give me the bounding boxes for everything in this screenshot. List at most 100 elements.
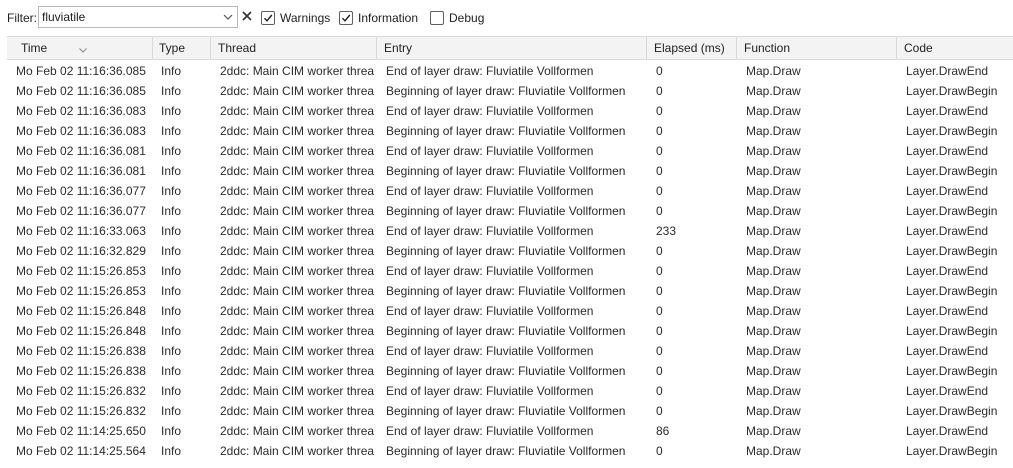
time-cell: Mo Feb 02 11:14:25.564 <box>16 444 146 458</box>
time-cell: Mo Feb 02 11:15:26.853 <box>16 264 146 278</box>
filter-combobox[interactable] <box>38 6 238 28</box>
warnings-label[interactable]: Warnings <box>280 11 330 25</box>
table-row[interactable]: Mo Feb 02 11:15:26.832 Info 2ddc: Main CIM… <box>7 381 1013 401</box>
table-row[interactable]: Mo Feb 02 11:16:36.077 Info 2ddc: Main CIM… <box>7 201 1013 221</box>
table-row[interactable]: Mo Feb 02 11:14:25.564 Info 2ddc: Main CIM… <box>7 441 1013 461</box>
debug-label[interactable]: Debug <box>449 11 484 25</box>
elapsed-cell: 0 <box>656 344 663 358</box>
function-cell: Map.Draw <box>746 304 801 318</box>
warnings-checkbox-group[interactable]: Warnings <box>261 9 330 27</box>
code-cell: Layer.DrawBegin <box>906 364 998 378</box>
chevron-down-icon[interactable] <box>221 9 235 25</box>
type-cell: Info <box>161 124 182 138</box>
entry-cell: Beginning of layer draw: Fluviatile Voll… <box>386 404 626 418</box>
code-cell: Layer.DrawEnd <box>906 424 989 438</box>
sort-descending-icon <box>79 38 87 53</box>
column-header-code[interactable]: Code <box>897 37 1013 59</box>
column-header-elapsed[interactable]: Elapsed (ms) <box>647 37 737 59</box>
filter-input[interactable] <box>42 8 218 26</box>
table-row[interactable]: Mo Feb 02 11:14:25.650 Info 2ddc: Main CIM… <box>7 421 1013 441</box>
thread-cell: 2ddc: Main CIM worker threa <box>220 304 375 318</box>
elapsed-cell: 0 <box>656 444 663 458</box>
table-row[interactable]: Mo Feb 02 11:16:36.085 Info 2ddc: Main CIM… <box>7 61 1013 81</box>
table-row[interactable]: Mo Feb 02 11:15:26.838 Info 2ddc: Main CIM… <box>7 341 1013 361</box>
time-cell: Mo Feb 02 11:15:26.838 <box>16 344 146 358</box>
time-cell: Mo Feb 02 11:14:25.650 <box>16 424 146 438</box>
table-row[interactable]: Mo Feb 02 11:16:36.077 Info 2ddc: Main CIM… <box>7 181 1013 201</box>
type-cell: Info <box>161 304 182 318</box>
debug-checkbox[interactable] <box>430 11 444 25</box>
table-row[interactable]: Mo Feb 02 11:15:26.848 Info 2ddc: Main CIM… <box>7 301 1013 321</box>
thread-cell: 2ddc: Main CIM worker threa <box>220 284 375 298</box>
type-cell: Info <box>161 424 182 438</box>
function-cell: Map.Draw <box>746 344 801 358</box>
table-row[interactable]: Mo Feb 02 11:16:36.081 Info 2ddc: Main CIM… <box>7 161 1013 181</box>
code-cell: Layer.DrawEnd <box>906 64 989 78</box>
function-cell: Map.Draw <box>746 84 801 98</box>
entry-cell: End of layer draw: Fluviatile Vollformen <box>386 424 594 438</box>
function-cell: Map.Draw <box>746 364 801 378</box>
time-cell: Mo Feb 02 11:16:33.063 <box>16 224 146 238</box>
code-cell: Layer.DrawBegin <box>906 164 998 178</box>
elapsed-cell: 0 <box>656 404 663 418</box>
time-cell: Mo Feb 02 11:16:36.083 <box>16 124 146 138</box>
log-table: Time Type Thread Entry Elapsed (ms) Func… <box>0 36 1013 468</box>
type-cell: Info <box>161 384 182 398</box>
thread-cell: 2ddc: Main CIM worker threa <box>220 84 375 98</box>
table-row[interactable]: Mo Feb 02 11:15:26.853 Info 2ddc: Main CIM… <box>7 261 1013 281</box>
table-row[interactable]: Mo Feb 02 11:15:26.838 Info 2ddc: Main CIM… <box>7 361 1013 381</box>
table-row[interactable]: Mo Feb 02 11:15:26.832 Info 2ddc: Main CIM… <box>7 401 1013 421</box>
entry-cell: Beginning of layer draw: Fluviatile Voll… <box>386 324 626 338</box>
code-cell: Layer.DrawBegin <box>906 404 998 418</box>
function-cell: Map.Draw <box>746 324 801 338</box>
code-cell: Layer.DrawEnd <box>906 264 989 278</box>
code-cell: Layer.DrawEnd <box>906 344 989 358</box>
table-row[interactable]: Mo Feb 02 11:16:36.083 Info 2ddc: Main CIM… <box>7 121 1013 141</box>
time-cell: Mo Feb 02 11:16:36.077 <box>16 204 146 218</box>
diagnostic-log-view: Filter: Warnings Information Debug <box>0 0 1013 468</box>
time-cell: Mo Feb 02 11:15:26.832 <box>16 384 146 398</box>
table-row[interactable]: Mo Feb 02 11:16:36.081 Info 2ddc: Main CIM… <box>7 141 1013 161</box>
elapsed-cell: 0 <box>656 64 663 78</box>
entry-cell: End of layer draw: Fluviatile Vollformen <box>386 224 594 238</box>
entry-cell: End of layer draw: Fluviatile Vollformen <box>386 184 594 198</box>
thread-cell: 2ddc: Main CIM worker threa <box>220 404 375 418</box>
information-checkbox-group[interactable]: Information <box>339 9 418 27</box>
entry-cell: End of layer draw: Fluviatile Vollformen <box>386 104 594 118</box>
function-cell: Map.Draw <box>746 104 801 118</box>
type-cell: Info <box>161 144 182 158</box>
information-checkbox[interactable] <box>339 11 353 25</box>
entry-cell: Beginning of layer draw: Fluviatile Voll… <box>386 364 626 378</box>
column-header-function[interactable]: Function <box>737 37 897 59</box>
time-cell: Mo Feb 02 11:16:36.083 <box>16 104 146 118</box>
elapsed-cell: 0 <box>656 304 663 318</box>
column-header-entry[interactable]: Entry <box>377 37 647 59</box>
table-row[interactable]: Mo Feb 02 11:15:26.853 Info 2ddc: Main CIM… <box>7 281 1013 301</box>
code-cell: Layer.DrawEnd <box>906 224 989 238</box>
table-row[interactable]: Mo Feb 02 11:16:36.085 Info 2ddc: Main CIM… <box>7 81 1013 101</box>
time-cell: Mo Feb 02 11:16:36.085 <box>16 84 146 98</box>
table-row[interactable]: Mo Feb 02 11:16:33.063 Info 2ddc: Main CIM… <box>7 221 1013 241</box>
warnings-checkbox[interactable] <box>261 11 275 25</box>
time-cell: Mo Feb 02 11:16:36.081 <box>16 144 146 158</box>
close-icon[interactable] <box>241 10 253 22</box>
table-row[interactable]: Mo Feb 02 11:15:26.848 Info 2ddc: Main CIM… <box>7 321 1013 341</box>
code-cell: Layer.DrawBegin <box>906 84 998 98</box>
thread-cell: 2ddc: Main CIM worker threa <box>220 164 375 178</box>
type-cell: Info <box>161 204 182 218</box>
thread-cell: 2ddc: Main CIM worker threa <box>220 364 375 378</box>
entry-cell: Beginning of layer draw: Fluviatile Voll… <box>386 204 626 218</box>
table-row[interactable]: Mo Feb 02 11:16:32.829 Info 2ddc: Main CIM… <box>7 241 1013 261</box>
debug-checkbox-group[interactable]: Debug <box>430 9 484 27</box>
column-header-type[interactable]: Type <box>152 37 211 59</box>
table-row[interactable]: Mo Feb 02 11:16:36.083 Info 2ddc: Main CIM… <box>7 101 1013 121</box>
column-header-thread[interactable]: Thread <box>211 37 377 59</box>
column-header-time[interactable]: Time <box>7 37 153 59</box>
entry-cell: End of layer draw: Fluviatile Vollformen <box>386 384 594 398</box>
function-cell: Map.Draw <box>746 264 801 278</box>
information-label[interactable]: Information <box>358 11 418 25</box>
time-cell: Mo Feb 02 11:16:32.829 <box>16 244 146 258</box>
type-cell: Info <box>161 364 182 378</box>
thread-cell: 2ddc: Main CIM worker threa <box>220 124 375 138</box>
type-cell: Info <box>161 104 182 118</box>
